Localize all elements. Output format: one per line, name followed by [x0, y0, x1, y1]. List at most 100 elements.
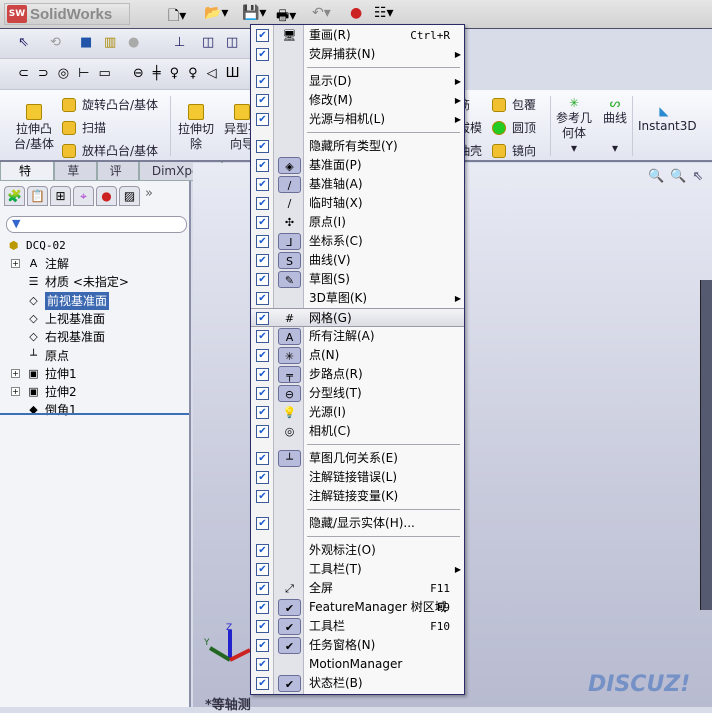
expand-icon[interactable]: +: [11, 368, 20, 378]
display-manager-tab[interactable]: ●: [96, 186, 117, 206]
menu-item-checkbox[interactable]: ✔: [256, 75, 269, 88]
menu-item[interactable]: ✔ ∕ 临时轴(X): [251, 194, 464, 213]
menu-item[interactable]: ✔ ✳ 点(N): [251, 346, 464, 365]
solidworks-logo[interactable]: SW SolidWorks: [4, 3, 130, 25]
feature-manager-tab[interactable]: 🧩: [4, 186, 25, 206]
loft-button[interactable]: 放样凸台/基体: [62, 142, 158, 159]
configuration-manager-tab[interactable]: ⊞: [50, 186, 71, 206]
sweep-button[interactable]: 扫描: [62, 119, 106, 136]
extrude-cut-button[interactable]: 拉伸切 除: [176, 104, 216, 152]
revolve-button[interactable]: 旋转凸台/基体: [62, 96, 158, 113]
menu-item-checkbox[interactable]: ✔: [256, 368, 269, 381]
menu-item[interactable]: ✔ 显示(D) ▶: [251, 72, 464, 91]
menu-item[interactable]: ✔ ✔ 工具栏 F10: [251, 617, 464, 636]
menu-item[interactable]: ✔ ⤢ 全屏 F11: [251, 579, 464, 598]
expand-icon[interactable]: +: [11, 259, 20, 268]
menu-item[interactable]: ✔ 注解链接变量(K): [251, 487, 464, 506]
menu-item-checkbox[interactable]: ✔: [256, 677, 269, 690]
menu-item[interactable]: ✔ A 所有注解(A): [251, 327, 464, 346]
menu-item[interactable]: ✔ ╤ 步路点(R): [251, 365, 464, 384]
menu-item-checkbox[interactable]: ✔: [256, 452, 269, 465]
menu-item[interactable]: ✔ MotionManager: [251, 655, 464, 674]
menu-item[interactable]: ✔ ✔ 任务窗格(N): [251, 636, 464, 655]
tab-0[interactable]: 特征: [0, 162, 55, 196]
menu-item-checkbox[interactable]: ✔: [256, 490, 269, 503]
undo-icon[interactable]: ↶▾: [312, 5, 331, 21]
extrude-boss-button[interactable]: 拉伸凸 台/基体: [12, 104, 56, 152]
menu-item-checkbox[interactable]: ✔: [256, 349, 269, 362]
menu-item-checkbox[interactable]: ✔: [256, 140, 269, 153]
menu-item[interactable]: ✔ 隐藏/显示实体(H)...: [251, 514, 464, 533]
menu-item-checkbox[interactable]: ✔: [256, 273, 269, 286]
iso-view-icon[interactable]: ◫: [202, 35, 214, 50]
menu-item[interactable]: ✔ ✣ 原点(I): [251, 213, 464, 232]
menu-item-checkbox[interactable]: ✔: [256, 159, 269, 172]
menu-item-checkbox[interactable]: ✔: [256, 639, 269, 652]
menu-item[interactable]: ✔ 💡 光源(I): [251, 403, 464, 422]
rollback-bar[interactable]: [0, 413, 189, 415]
menu-item[interactable]: ✔ 注解链接错误(L): [251, 468, 464, 487]
menu-item[interactable]: ✔ ◈ 基准面(P): [251, 156, 464, 175]
menu-item[interactable]: ✔ 🖥 重画(R) Ctrl+R: [251, 26, 464, 45]
reference-geometry-button[interactable]: ✳ 参考几 何体 ▾: [554, 96, 594, 156]
menu-item-checkbox[interactable]: ✔: [256, 582, 269, 595]
menu-item-checkbox[interactable]: ✔: [256, 406, 269, 419]
menu-item[interactable]: ✔ 光源与相机(L) ▶: [251, 110, 464, 129]
menu-item-checkbox[interactable]: ✔: [256, 312, 269, 325]
mirror-button[interactable]: 镜向: [492, 142, 536, 159]
menu-item[interactable]: ✔ 工具栏(T) ▶: [251, 560, 464, 579]
more-tabs-icon[interactable]: »: [142, 186, 153, 206]
menu-item-checkbox[interactable]: ✔: [256, 563, 269, 576]
hole-tools-icon[interactable]: ⊂⊃◎⊢▭ ⊖╪♀♀◁Ш: [18, 66, 249, 81]
menu-item[interactable]: ✔ ◎ 相机(C): [251, 422, 464, 441]
appearance-icon[interactable]: ●: [128, 35, 139, 50]
menu-item[interactable]: ✔ 3D草图(K) ▶: [251, 289, 464, 308]
menu-item-checkbox[interactable]: ✔: [256, 254, 269, 267]
menu-item-checkbox[interactable]: ✔: [256, 387, 269, 400]
tab-1[interactable]: 草图: [54, 162, 97, 196]
menu-item-checkbox[interactable]: ✔: [256, 292, 269, 305]
menu-item-checkbox[interactable]: ✔: [256, 113, 269, 126]
save-icon[interactable]: 💾▾: [242, 5, 266, 21]
previous-view-icon[interactable]: ⇖: [692, 169, 709, 184]
menu-item[interactable]: ✔ 修改(M) ▶: [251, 91, 464, 110]
instant3d-button[interactable]: ◣ Instant3D: [638, 104, 697, 134]
options-icon[interactable]: ☷▾: [374, 5, 394, 21]
menu-item[interactable]: ✔ 隐藏所有类型(Y): [251, 137, 464, 156]
menu-item-checkbox[interactable]: ✔: [256, 29, 269, 42]
wireframe-icon[interactable]: ◫: [226, 35, 238, 50]
menu-item[interactable]: ✔ ⅃ 坐标系(C): [251, 232, 464, 251]
normal-to-icon[interactable]: ⊥: [174, 35, 185, 50]
menu-item-checkbox[interactable]: ✔: [256, 620, 269, 633]
menu-item[interactable]: ✔ # 网格(G): [251, 308, 464, 327]
new-document-icon[interactable]: 🗋▾: [168, 5, 186, 29]
menu-item[interactable]: ✔ ✔ 状态栏(B): [251, 674, 464, 693]
menu-item[interactable]: ✔ ∕ 基准轴(A): [251, 175, 464, 194]
menu-item-checkbox[interactable]: ✔: [256, 197, 269, 210]
open-icon[interactable]: 📂▾: [204, 5, 228, 21]
menu-item-checkbox[interactable]: ✔: [256, 235, 269, 248]
menu-item-checkbox[interactable]: ✔: [256, 48, 269, 61]
zoom-to-area-icon[interactable]: 🔍: [670, 169, 692, 184]
section-view-icon[interactable]: ▥: [104, 35, 116, 50]
menu-item[interactable]: ✔ ✔ FeatureManager 树区域 F9: [251, 598, 464, 617]
previous-view-icon[interactable]: ⇖: [18, 35, 29, 50]
dimxpert-manager-tab[interactable]: ⌖: [73, 186, 94, 206]
rebuild-traffic-light-icon[interactable]: ●: [350, 5, 362, 21]
property-manager-tab[interactable]: 📋: [27, 186, 48, 206]
menu-item[interactable]: ✔ ⊖ 分型线(T): [251, 384, 464, 403]
menu-item-checkbox[interactable]: ✔: [256, 178, 269, 191]
menu-item[interactable]: ✔ 外观标注(O): [251, 541, 464, 560]
shaded-icon[interactable]: ■: [80, 35, 92, 50]
menu-item-checkbox[interactable]: ✔: [256, 94, 269, 107]
menu-item[interactable]: ✔ ┴ 草图几何关系(E): [251, 449, 464, 468]
menu-item-checkbox[interactable]: ✔: [256, 425, 269, 438]
curves-button[interactable]: ᔕ 曲线 ▾: [600, 96, 630, 156]
menu-item-checkbox[interactable]: ✔: [256, 658, 269, 671]
dome-button[interactable]: 圆顶: [492, 119, 536, 136]
menu-item-checkbox[interactable]: ✔: [256, 601, 269, 614]
expand-icon[interactable]: +: [11, 387, 20, 397]
tab-2[interactable]: 评估: [96, 162, 139, 196]
rotate-icon[interactable]: ⟲: [50, 35, 61, 50]
menu-item-checkbox[interactable]: ✔: [256, 517, 269, 530]
